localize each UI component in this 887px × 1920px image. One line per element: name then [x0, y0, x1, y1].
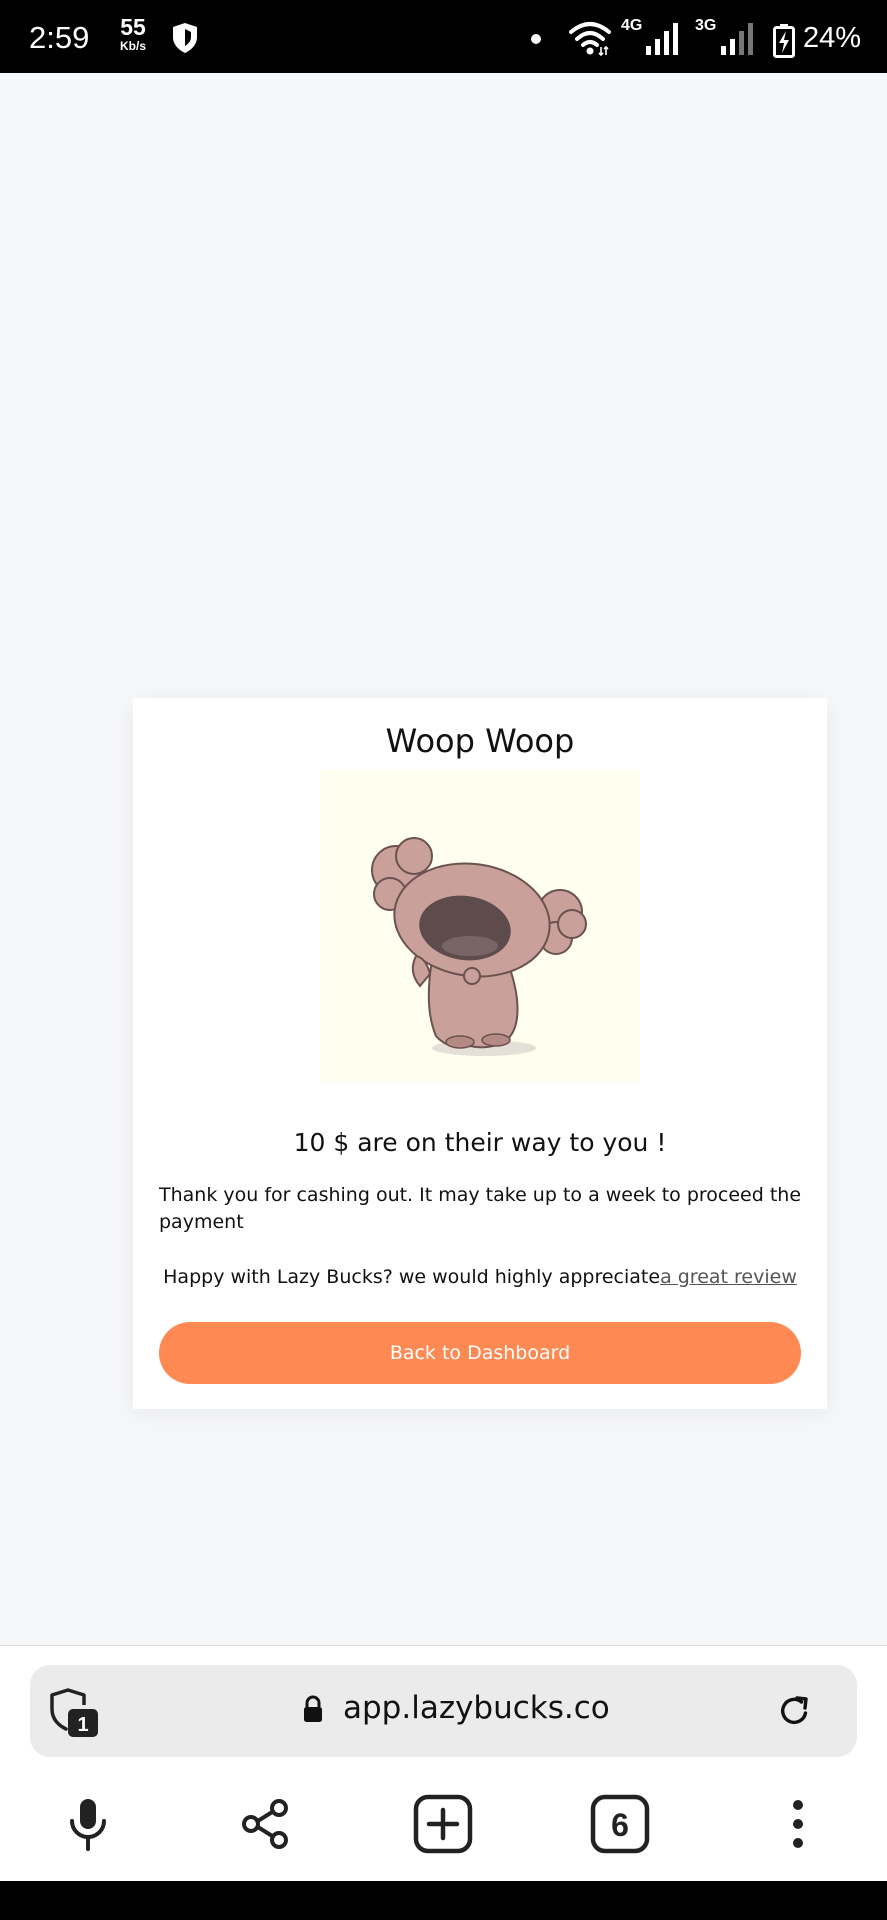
more-menu-icon — [793, 1800, 803, 1848]
network-type-4g: 4G — [621, 17, 643, 34]
tracker-count: 1 — [77, 1714, 88, 1736]
review-prompt: Happy with Lazy Bucks? we would highly a… — [133, 1266, 827, 1288]
tabs-button[interactable]: 6 — [584, 1788, 656, 1860]
notification-dot — [531, 34, 541, 44]
microphone-icon — [70, 1799, 106, 1851]
koala-illustration — [320, 770, 640, 1082]
share-button[interactable] — [229, 1788, 301, 1860]
microphone-button[interactable] — [52, 1788, 124, 1860]
tabs-icon: 6 — [590, 1794, 650, 1854]
shield-icon — [173, 23, 197, 53]
signal-icon-secondary — [721, 23, 753, 55]
status-time: 2:59 — [29, 20, 90, 55]
network-speed: 55 Kb/s — [114, 14, 152, 53]
tab-count: 6 — [611, 1807, 629, 1843]
network-speed-value: 55 — [120, 14, 146, 40]
card-title: Woop Woop — [385, 722, 575, 760]
url-text[interactable]: app.lazybucks.co — [343, 1690, 610, 1726]
share-icon — [242, 1799, 288, 1849]
cashout-success-card: Woop Woop 10 $ are on their way to you !… — [133, 698, 827, 1409]
lock-icon — [304, 1695, 322, 1722]
network-speed-unit: Kb/s — [119, 39, 146, 53]
browser-bottom-bar: 1 app.lazybucks.co 6 — [0, 1645, 887, 1882]
network-type-3g: 3G — [695, 17, 717, 34]
new-tab-button[interactable] — [407, 1788, 479, 1860]
review-prompt-text: Happy with Lazy Bucks? we would highly a… — [163, 1266, 661, 1288]
battery-percentage: 24% — [803, 22, 862, 54]
system-navigation-bar — [0, 1881, 887, 1920]
more-menu-button[interactable] — [762, 1788, 834, 1860]
back-to-dashboard-button[interactable]: Back to Dashboard — [159, 1322, 801, 1384]
koala-image — [371, 837, 587, 1056]
new-tab-icon — [413, 1794, 473, 1854]
browser-toolbar: 6 — [0, 1788, 887, 1868]
wifi-icon — [569, 22, 611, 56]
review-link[interactable]: a great review — [660, 1266, 797, 1288]
address-bar[interactable]: 1 app.lazybucks.co — [30, 1665, 857, 1757]
status-bar: 2:59 55 Kb/s 4G 3G 24% — [0, 0, 887, 73]
tracker-shield-icon[interactable]: 1 — [48, 1687, 102, 1739]
thank-you-message: Thank you for cashing out. It may take u… — [159, 1184, 802, 1233]
battery-charging-icon — [773, 24, 795, 58]
signal-icon — [646, 23, 678, 55]
reload-icon[interactable] — [777, 1693, 813, 1729]
payout-amount-message: 10 $ are on their way to you ! — [293, 1128, 667, 1157]
